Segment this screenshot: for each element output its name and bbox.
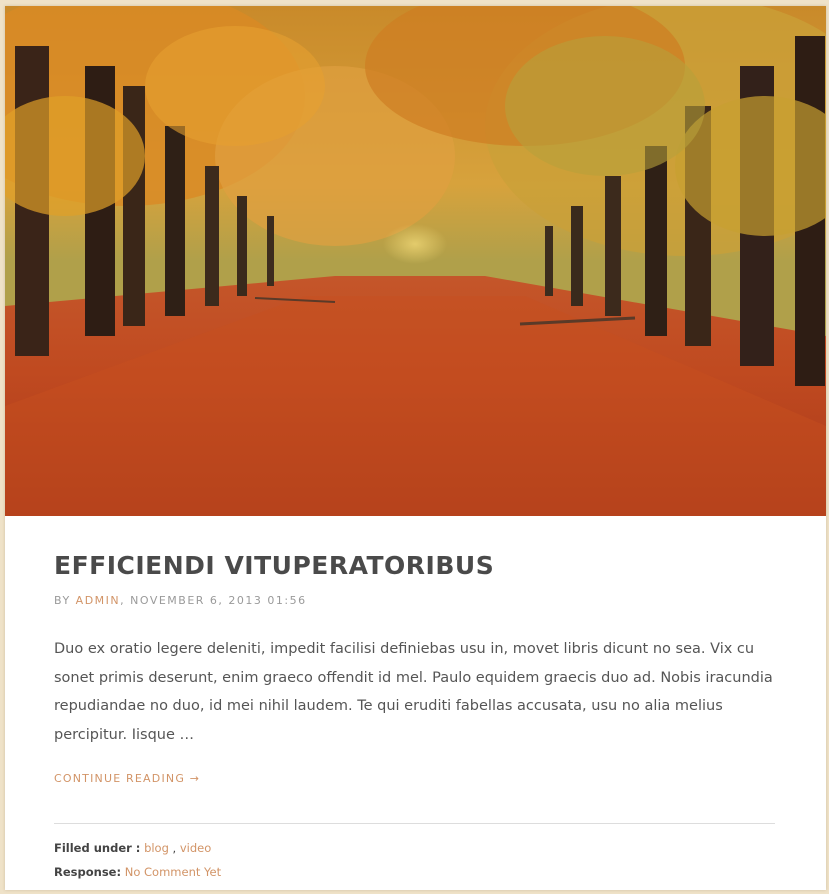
continue-reading-link[interactable]: CONTINUE READING → <box>54 772 200 786</box>
filed-under-label: Filled under : <box>54 841 141 855</box>
response-label: Response: <box>54 865 122 879</box>
filed-under-row: Filled under : blog , video <box>54 840 775 856</box>
autumn-forest-image <box>5 6 826 516</box>
divider <box>54 823 775 824</box>
category-link-video[interactable]: video <box>180 841 211 855</box>
post-date: , NOVEMBER 6, 2013 01:56 <box>120 594 307 607</box>
author-link[interactable]: ADMIN <box>76 594 120 607</box>
post-content: EFFICIENDI VITUPERATORIBUS BY ADMIN, NOV… <box>54 516 775 880</box>
post-title[interactable]: EFFICIENDI VITUPERATORIBUS <box>54 550 775 582</box>
featured-image[interactable] <box>5 6 826 516</box>
arrow-right-icon: → <box>189 772 201 785</box>
category-separator: , <box>168 841 180 855</box>
post-excerpt: Duo ex oratio legere deleniti, impedit f… <box>54 641 773 743</box>
category-link-blog[interactable]: blog <box>144 841 169 855</box>
continue-reading-label: CONTINUE READING <box>54 772 186 785</box>
response-row: Response: No Comment Yet <box>54 864 775 880</box>
comments-link[interactable]: No Comment Yet <box>125 865 221 879</box>
meta-by: BY <box>54 594 71 607</box>
post-card: EFFICIENDI VITUPERATORIBUS BY ADMIN, NOV… <box>5 6 826 890</box>
post-meta: BY ADMIN, NOVEMBER 6, 2013 01:56 <box>54 594 775 608</box>
